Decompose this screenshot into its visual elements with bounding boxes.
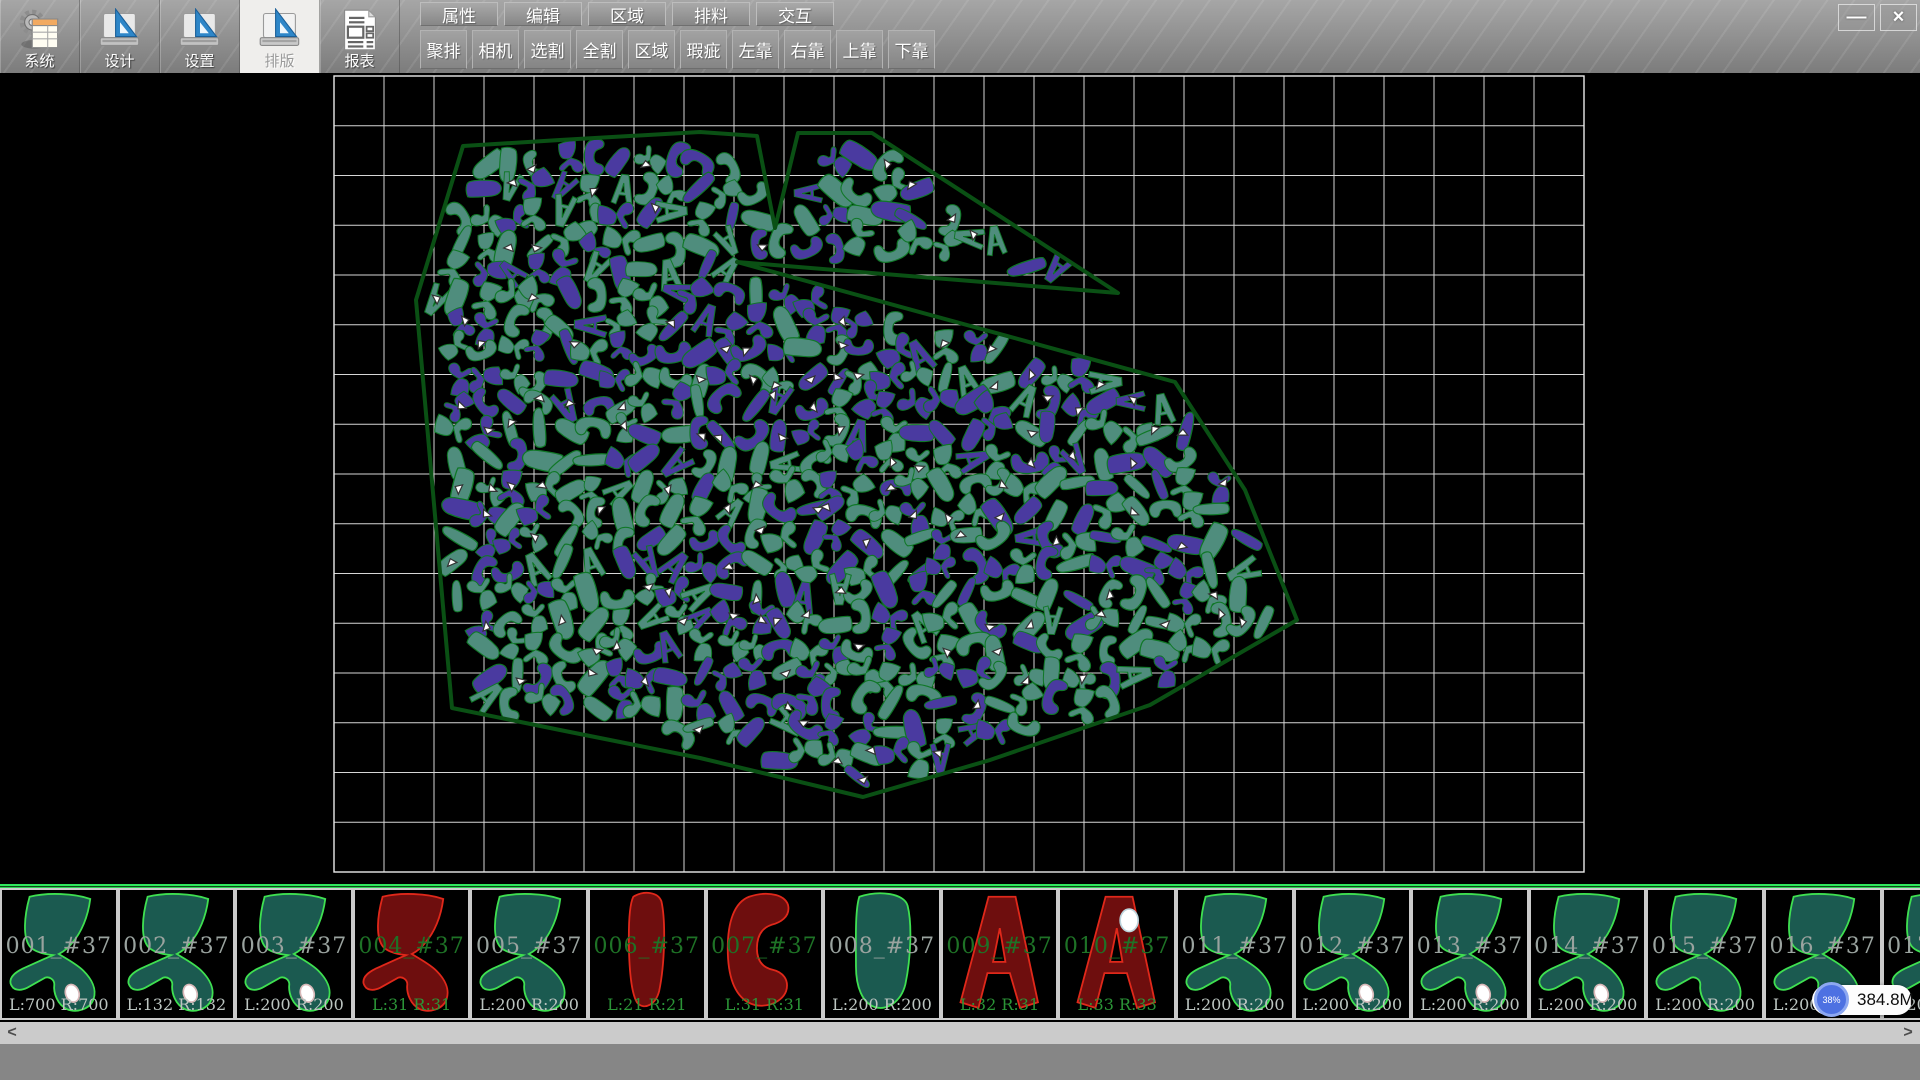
thumbnail-cell[interactable]: 011_#37 L:200 R:200 (1176, 888, 1294, 1020)
thumbnail-cell[interactable]: 014_#37 L:200 R:200 (1529, 888, 1647, 1020)
app-tab-report[interactable]: 报表 (320, 0, 400, 73)
piece-name-label: 009_#37 (943, 934, 1057, 959)
piece-name-label: 014_#37 (1531, 934, 1645, 959)
piece-name-label: 004_#37 (355, 934, 469, 959)
thumbnail-cell[interactable]: 004_#37 L:31 R:31 (353, 888, 471, 1020)
app-tab-nesting[interactable]: 排版 (240, 0, 320, 73)
report-doc-icon (338, 8, 382, 52)
menu-tab-region[interactable]: 区域 (588, 2, 666, 26)
piece-name-label: 017_#37 (1884, 934, 1920, 959)
piece-name-label: 011_#37 (1178, 934, 1292, 959)
app-tab-label: 排版 (264, 53, 294, 70)
thumbnail-cell[interactable]: 015_#37 L:200 R:200 (1646, 888, 1764, 1020)
menu-tab-nest[interactable]: 排料 (672, 2, 750, 26)
tool-button-camera[interactable]: 相机 (472, 30, 519, 69)
tool-button-region[interactable]: 区域 (628, 30, 675, 69)
piece-name-label: 006_#37 (590, 934, 704, 959)
piece-name-label: 005_#37 (472, 934, 586, 959)
piece-lr-label: L:200 R:200 (825, 995, 939, 1014)
minimize-button[interactable]: — (1838, 4, 1875, 31)
piece-name-label: 015_#37 (1648, 934, 1762, 959)
piece-name-label: 002_#37 (120, 934, 234, 959)
menu-tab-properties[interactable]: 属性 (420, 2, 498, 26)
app-mode-buttons: 系统 设计 设置 (0, 0, 400, 73)
nesting-ruler-icon (258, 8, 302, 52)
nested-pieces (419, 137, 1276, 790)
close-button[interactable]: × (1880, 4, 1917, 31)
thumbnail-cell[interactable]: 012_#37 L:200 R:200 (1294, 888, 1412, 1020)
thumbnail-cell[interactable]: 002_#37 L:132 R:132 (118, 888, 236, 1020)
tool-button-cut-all[interactable]: 全割 (576, 30, 623, 69)
status-bar (0, 1044, 1920, 1080)
piece-lr-label: L:200 R:200 (1296, 995, 1410, 1014)
scroll-left-arrow[interactable]: < (0, 1022, 24, 1044)
piece-lr-label: L:200 R:200 (1531, 995, 1645, 1014)
memory-usage-label: 384.8M (1857, 990, 1914, 1010)
thumbnail-cell[interactable]: 009_#37 L:32 R:31 (941, 888, 1059, 1020)
piece-lr-label: L:700 R:700 (2, 995, 116, 1014)
piece-lr-label: L:200 R:200 (1648, 995, 1762, 1014)
piece-name-label: 007_#37 (708, 934, 822, 959)
window-controls: — × (1838, 4, 1917, 31)
piece-name-label: 003_#37 (237, 934, 351, 959)
piece-lr-label: L:200 R:200 (472, 995, 586, 1014)
thumbnail-cell[interactable]: 003_#37 L:200 R:200 (235, 888, 353, 1020)
piece-name-label: 016_#37 (1766, 934, 1880, 959)
piece-name-label: 013_#37 (1413, 934, 1527, 959)
nesting-drawing (0, 73, 1920, 884)
piece-lr-label: L:132 R:132 (120, 995, 234, 1014)
tool-button-bar: 聚排 相机 选割 全割 区域 瑕疵 左靠 右靠 上靠 下靠 (420, 30, 935, 69)
menu-tab-edit[interactable]: 编辑 (504, 2, 582, 26)
piece-lr-label: L:32 R:31 (943, 995, 1057, 1014)
piece-lr-label: L:200 R:200 (1178, 995, 1292, 1014)
scroll-right-arrow[interactable]: > (1896, 1022, 1920, 1044)
thumbnail-cell[interactable]: 001_#37 L:700 R:700 (0, 888, 118, 1020)
app-tab-design[interactable]: 设计 (80, 0, 160, 73)
piece-lr-label: L:31 R:31 (708, 995, 822, 1014)
piece-lr-label: L:31 R:31 (355, 995, 469, 1014)
tool-button-align-left[interactable]: 左靠 (732, 30, 779, 69)
pieces-strip: 001_#37L:700 R:700002_#37L:132 R:132003_… (0, 888, 1920, 1020)
piece-name-label: 001_#37 (2, 934, 116, 959)
piece-name-label: 012_#37 (1296, 934, 1410, 959)
horizontal-scrollbar[interactable]: < > (0, 1022, 1920, 1044)
app-window: 系统 设计 设置 (0, 0, 1920, 1080)
piece-name-label: 008_#37 (825, 934, 939, 959)
menu-tab-interact[interactable]: 交互 (756, 2, 834, 26)
tool-button-align-right[interactable]: 右靠 (784, 30, 831, 69)
thumbnail-cell[interactable]: 006_#37 L:21 R:21 (588, 888, 706, 1020)
piece-lr-label: L:200 R:200 (237, 995, 351, 1014)
tool-button-align-top[interactable]: 上靠 (836, 30, 883, 69)
piece-lr-label: L:200 R:200 (1413, 995, 1527, 1014)
app-tab-label: 设置 (184, 53, 214, 70)
progress-percent-badge: 38% (1814, 982, 1849, 1017)
design-ruler-icon (98, 8, 142, 52)
piece-lr-label: L:33 R:33 (1060, 995, 1174, 1014)
thumbnail-cell[interactable]: 007_#37 L:31 R:31 (706, 888, 824, 1020)
thumbnail-cell[interactable]: 008_#37 L:200 R:200 (823, 888, 941, 1020)
thumbnail-cell[interactable]: 010_#37 L:33 R:33 (1058, 888, 1176, 1020)
tool-button-select-cut[interactable]: 选割 (524, 30, 571, 69)
nesting-canvas[interactable] (0, 73, 1920, 884)
piece-name-label: 010_#37 (1060, 934, 1174, 959)
app-tab-label: 系统 (24, 53, 54, 70)
thumbnail-cell[interactable]: 013_#37 L:200 R:200 (1411, 888, 1529, 1020)
app-tab-label: 报表 (344, 53, 374, 70)
piece-lr-label: L:21 R:21 (590, 995, 704, 1014)
app-tab-label: 设计 (104, 53, 134, 70)
tool-button-defect[interactable]: 瑕疵 (680, 30, 727, 69)
settings-ruler-icon (178, 8, 222, 52)
thumbnail-cell[interactable]: 005_#37 L:200 R:200 (470, 888, 588, 1020)
menu-tab-bar: 属性 编辑 区域 排料 交互 (420, 2, 834, 26)
gear-table-icon (18, 8, 62, 52)
tool-button-cluster[interactable]: 聚排 (420, 30, 467, 69)
app-tab-settings[interactable]: 设置 (160, 0, 240, 73)
tool-button-align-bottom[interactable]: 下靠 (888, 30, 935, 69)
app-tab-system[interactable]: 系统 (0, 0, 80, 73)
toolbar: 系统 设计 设置 (0, 0, 1920, 73)
memory-status-pill: 38% 384.8M (1812, 985, 1912, 1015)
